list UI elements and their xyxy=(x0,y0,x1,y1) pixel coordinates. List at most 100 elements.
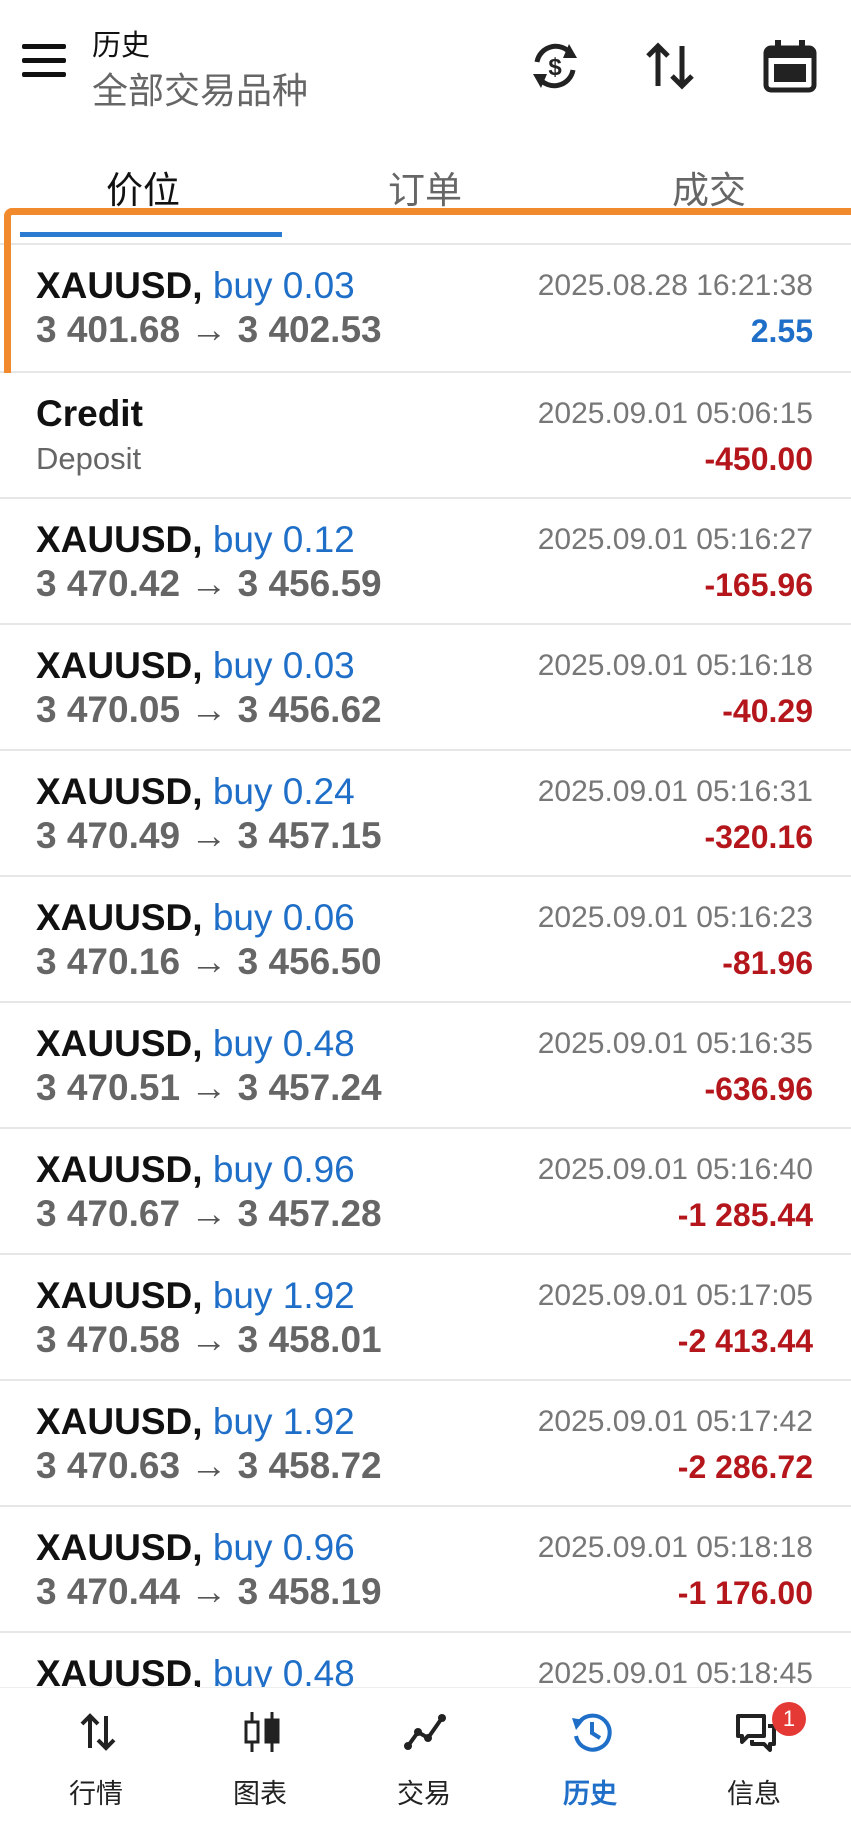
chart-candles-icon xyxy=(244,1712,280,1752)
row-open-price: 3 470.51 xyxy=(36,1067,181,1108)
row-close-price: 3 458.19 xyxy=(237,1571,382,1612)
row-symbol: XAUUSD, xyxy=(36,1023,203,1064)
row-time: 2025.09.01 05:16:35 xyxy=(537,1027,813,1060)
history-row[interactable]: XAUUSD, buy 0.03 3 470.05 → 3 456.62 202… xyxy=(0,625,851,751)
nav-messages[interactable]: 1 信息 xyxy=(684,1688,824,1827)
row-open-price: 3 470.44 xyxy=(36,1571,181,1612)
row-direction: buy 0.96 xyxy=(212,1149,355,1190)
row-symbol: XAUUSD, xyxy=(36,1275,203,1316)
row-close-price: 3 457.28 xyxy=(237,1193,382,1234)
history-row[interactable]: Credit Deposit 2025.09.01 05:06:15 -450.… xyxy=(0,373,851,499)
row-direction: buy 0.24 xyxy=(212,771,355,812)
row-open-price: 3 401.68 xyxy=(36,309,181,350)
arrow-right-icon: → xyxy=(190,1445,228,1486)
row-close-price: 3 458.01 xyxy=(237,1319,382,1360)
arrow-right-icon: → xyxy=(190,1319,228,1360)
arrow-right-icon: → xyxy=(190,1067,228,1108)
row-time: 2025.08.28 16:21:38 xyxy=(537,269,813,302)
row-time: 2025.09.01 05:16:23 xyxy=(537,901,813,934)
row-symbol: XAUUSD, xyxy=(36,1401,203,1442)
row-time: 2025.09.01 05:17:42 xyxy=(537,1405,813,1438)
history-list: XAUUSD, buy 0.03 3 401.68 → 3 402.53 202… xyxy=(0,208,851,1759)
row-symbol: XAUUSD, xyxy=(36,771,203,812)
quotes-arrows-icon xyxy=(80,1713,116,1751)
row-open-price: 3 470.42 xyxy=(36,563,181,604)
row-direction: buy 0.48 xyxy=(212,1023,355,1064)
nav-label: 交易 xyxy=(397,1779,451,1809)
history-row[interactable]: XAUUSD, buy 0.96 3 470.44 → 3 458.19 202… xyxy=(0,1507,851,1633)
row-symbol: XAUUSD, xyxy=(36,897,203,938)
app-header: 历史 全部交易品种 $ xyxy=(0,0,851,150)
row-comment: Deposit xyxy=(36,441,142,476)
row-time: 2025.09.01 05:18:45 xyxy=(537,1657,813,1690)
row-time: 2025.09.01 05:16:18 xyxy=(537,649,813,682)
row-symbol: XAUUSD, xyxy=(36,265,203,306)
row-direction: buy 0.96 xyxy=(212,1527,355,1568)
arrow-right-icon: → xyxy=(190,563,228,604)
row-symbol: XAUUSD, xyxy=(36,519,203,560)
menu-icon[interactable] xyxy=(22,44,70,84)
history-row[interactable]: XAUUSD, buy 0.48 3 470.51 → 3 457.24 202… xyxy=(0,1003,851,1129)
arrow-right-icon: → xyxy=(190,1571,228,1612)
trade-line-icon xyxy=(404,1714,446,1750)
row-close-price: 3 456.50 xyxy=(237,941,382,982)
row-profit: -320.16 xyxy=(704,819,813,855)
row-direction: buy 0.06 xyxy=(212,897,355,938)
history-row[interactable]: XAUUSD, buy 0.12 3 470.42 → 3 456.59 202… xyxy=(0,499,851,625)
row-direction: buy 0.03 xyxy=(212,265,355,306)
row-symbol: Credit xyxy=(36,393,143,434)
tab-deals[interactable]: 成交 xyxy=(672,160,746,214)
history-row[interactable]: XAUUSD, buy 0.03 3 401.68 → 3 402.53 202… xyxy=(0,208,851,387)
row-profit: -81.96 xyxy=(722,945,813,981)
row-symbol: XAUUSD, xyxy=(36,645,203,686)
row-close-price: 3 456.59 xyxy=(237,563,382,604)
svg-text:$: $ xyxy=(548,54,562,81)
history-row[interactable]: XAUUSD, buy 0.06 3 470.16 → 3 456.50 202… xyxy=(0,877,851,1003)
row-time: 2025.09.01 05:17:05 xyxy=(537,1279,813,1312)
nav-label: 图表 xyxy=(233,1779,287,1809)
row-time: 2025.09.01 05:06:15 xyxy=(537,397,813,430)
unread-badge: 1 xyxy=(772,1702,806,1736)
history-tabs: 价位 订单 成交 xyxy=(0,150,851,245)
row-open-price: 3 470.63 xyxy=(36,1445,181,1486)
row-profit: -1 285.44 xyxy=(677,1197,813,1233)
row-time: 2025.09.01 05:18:18 xyxy=(537,1531,813,1564)
row-open-price: 3 470.16 xyxy=(36,941,181,982)
nav-label: 信息 xyxy=(727,1779,781,1809)
tab-orders[interactable]: 订单 xyxy=(388,160,462,214)
row-close-price: 3 456.62 xyxy=(237,689,382,730)
row-open-price: 3 470.05 xyxy=(36,689,181,730)
sort-icon[interactable] xyxy=(640,36,700,96)
row-direction: buy 1.92 xyxy=(212,1275,355,1316)
row-symbol: XAUUSD, xyxy=(36,1149,203,1190)
row-time: 2025.09.01 05:16:27 xyxy=(537,523,813,556)
nav-chart[interactable]: 图表 xyxy=(190,1688,330,1827)
nav-trade[interactable]: 交易 xyxy=(354,1688,494,1827)
row-direction: buy 1.92 xyxy=(212,1401,355,1442)
row-profit: -636.96 xyxy=(704,1071,813,1107)
row-time: 2025.09.01 05:16:31 xyxy=(537,775,813,808)
history-clock-icon xyxy=(572,1713,612,1752)
row-open-price: 3 470.58 xyxy=(36,1319,181,1360)
row-direction: buy 0.12 xyxy=(212,519,355,560)
nav-history[interactable]: 历史 xyxy=(520,1688,660,1827)
history-row[interactable]: XAUUSD, buy 0.96 3 470.67 → 3 457.28 202… xyxy=(0,1129,851,1255)
row-profit: -2 413.44 xyxy=(677,1323,813,1359)
row-close-price: 3 457.24 xyxy=(237,1067,382,1108)
symbol-filter[interactable]: 全部交易品种 xyxy=(92,62,308,114)
row-close-price: 3 457.15 xyxy=(237,815,382,856)
nav-quotes[interactable]: 行情 xyxy=(26,1688,166,1827)
active-tab-indicator xyxy=(20,232,282,237)
calendar-icon[interactable] xyxy=(760,36,820,96)
history-row[interactable]: XAUUSD, buy 0.24 3 470.49 → 3 457.15 202… xyxy=(0,751,851,877)
bottom-nav: 行情 图表 交易 历史 1 信息 xyxy=(0,1687,851,1827)
row-profit: -40.29 xyxy=(722,693,813,729)
history-row[interactable]: XAUUSD, buy 1.92 3 470.63 → 3 458.72 202… xyxy=(0,1381,851,1507)
tab-positions[interactable]: 价位 xyxy=(106,160,180,214)
arrow-right-icon: → xyxy=(190,1193,228,1234)
history-row[interactable]: XAUUSD, buy 1.92 3 470.58 → 3 458.01 202… xyxy=(0,1255,851,1381)
nav-label: 行情 xyxy=(69,1779,123,1809)
row-direction: buy 0.03 xyxy=(212,645,355,686)
arrow-right-icon: → xyxy=(190,941,228,982)
sync-dollar-icon[interactable]: $ xyxy=(525,36,585,96)
